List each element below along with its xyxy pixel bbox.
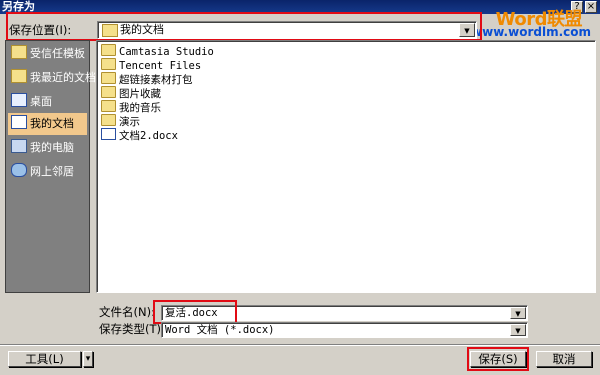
folder-icon <box>11 45 27 59</box>
list-item[interactable]: Tencent Files <box>101 58 201 72</box>
close-button[interactable]: × <box>585 1 597 13</box>
folder-icon <box>101 58 116 70</box>
list-item[interactable]: 演示 <box>101 114 140 128</box>
file-list[interactable]: Camtasia Studio Tencent Files 超链接素材打包 图片… <box>96 40 596 293</box>
my-documents-icon <box>11 115 27 129</box>
chevron-down-icon[interactable]: ▼ <box>510 324 526 336</box>
network-icon <box>11 163 27 177</box>
filetype-label: 保存类型(T): <box>99 322 165 336</box>
filetype-value: Word 文档 (*.docx) <box>165 324 275 336</box>
highlight-filename <box>153 300 237 324</box>
tools-dropdown-button[interactable]: ▾ <box>83 351 93 367</box>
place-my-computer[interactable]: 我的电脑 <box>8 137 87 159</box>
list-item[interactable]: 图片收藏 <box>101 86 161 100</box>
desktop-icon <box>11 93 27 107</box>
cancel-button[interactable]: 取消 <box>536 351 592 367</box>
recent-documents-icon <box>11 69 27 83</box>
places-bar: 受信任模板 我最近的文档 桌面 我的文档 我的电脑 网上邻居 <box>5 40 96 293</box>
filename-label: 文件名(N): <box>99 305 155 319</box>
filetype-dropdown[interactable]: Word 文档 (*.docx) ▼ <box>161 322 528 338</box>
highlight-save-in <box>6 12 482 41</box>
highlight-save-button <box>467 347 529 371</box>
computer-icon <box>11 139 27 153</box>
chevron-down-icon[interactable]: ▼ <box>510 307 526 319</box>
place-recent-documents[interactable]: 我最近的文档 <box>8 67 96 89</box>
folder-icon <box>101 72 116 84</box>
folder-icon <box>101 86 116 98</box>
folder-icon <box>101 44 116 56</box>
list-item[interactable]: 文档2.docx <box>101 128 178 142</box>
separator <box>0 344 600 346</box>
list-item[interactable]: 超链接素材打包 <box>101 72 193 86</box>
place-desktop[interactable]: 桌面 <box>8 91 87 113</box>
place-network[interactable]: 网上邻居 <box>8 161 87 183</box>
folder-icon <box>101 114 116 126</box>
folder-icon <box>101 100 116 112</box>
place-trusted-templates[interactable]: 受信任模板 <box>8 43 87 65</box>
place-my-documents[interactable]: 我的文档 <box>8 113 87 135</box>
list-item[interactable]: 我的音乐 <box>101 100 161 114</box>
docx-file-icon <box>101 128 116 140</box>
watermark-url: www.wordlm.com <box>471 25 591 39</box>
tools-button[interactable]: 工具(L) <box>8 351 81 367</box>
list-item[interactable]: Camtasia Studio <box>101 44 214 58</box>
